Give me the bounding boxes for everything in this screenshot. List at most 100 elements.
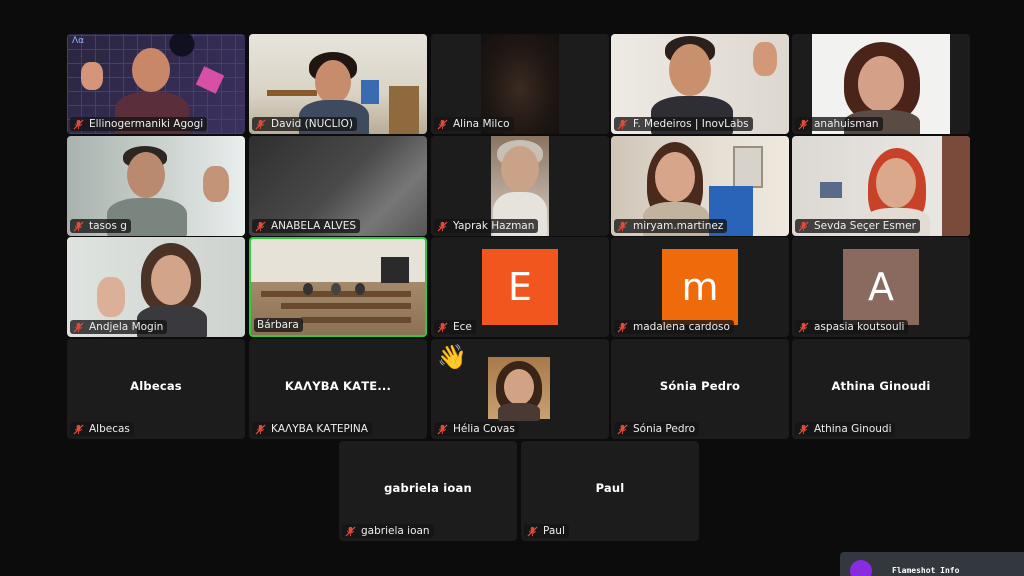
participant-display-name: Sónia Pedro [659, 379, 741, 393]
participant-tile[interactable]: David (NUCLIO) [249, 34, 427, 134]
participant-name-tag: anahuisman [795, 117, 883, 131]
participant-name: Ece [453, 321, 472, 333]
profile-photo [488, 357, 550, 421]
mic-muted-icon [255, 423, 266, 435]
participant-name: Paul [543, 525, 565, 537]
participant-name: Ellinogermaniki Agogi [89, 118, 204, 130]
mic-muted-icon [73, 423, 84, 435]
participant-tile[interactable]: Albecas Albecas [67, 339, 245, 439]
participant-display-name: gabriela ioan [384, 481, 472, 495]
participant-name: miryam.martinez [633, 220, 724, 232]
participant-tile[interactable]: ANABELA ALVES [249, 136, 427, 236]
mic-muted-icon [255, 220, 266, 232]
participant-display-name: ΚΑΛΥΒΑ ΚΑΤΕ... [284, 379, 392, 393]
participant-name: Bárbara [257, 319, 299, 331]
participant-name-tag: Bárbara [254, 318, 303, 332]
participant-tile[interactable]: Λα Ellinogermaniki Agogi [67, 34, 245, 134]
mic-muted-icon [73, 321, 84, 333]
participant-tile[interactable]: Paul Paul [521, 441, 699, 541]
participant-tile[interactable]: E Ece [431, 237, 609, 337]
participant-name-tag: F. Medeiros | InovLabs [614, 117, 753, 131]
mic-muted-icon [798, 220, 809, 232]
participant-name-tag: Sónia Pedro [614, 422, 700, 436]
participant-name: Yaprak Hazman [453, 220, 535, 232]
avatar: A [843, 249, 919, 325]
participant-tile-active-speaker[interactable]: Bárbara [249, 237, 427, 337]
participant-name: ΚΑΛΥΒΑ ΚΑΤΕΡΙΝΑ [271, 423, 368, 435]
mic-muted-icon [617, 118, 628, 130]
participant-tile[interactable]: Sónia Pedro Sónia Pedro [611, 339, 789, 439]
mic-muted-icon [527, 525, 538, 537]
participant-tile[interactable]: 👋 Hélia Covas [431, 339, 609, 439]
participant-name: Albecas [89, 423, 130, 435]
participant-name-tag: Ellinogermaniki Agogi [70, 117, 208, 131]
participant-display-name: Paul [595, 481, 625, 495]
meeting-gallery: Λα Ellinogermaniki Agogi David (NUCLIO) … [0, 0, 1024, 576]
mic-muted-icon [255, 118, 266, 130]
participant-tile[interactable]: Andjela Mogin [67, 237, 245, 337]
participant-name-tag: ΚΑΛΥΒΑ ΚΑΤΕΡΙΝΑ [252, 422, 372, 436]
mic-muted-icon [437, 321, 448, 333]
participant-name: ANABELA ALVES [271, 220, 357, 232]
participant-name: Alina Milco [453, 118, 510, 130]
participant-tile[interactable]: anahuisman [792, 34, 970, 134]
participant-name-tag: Albecas [70, 422, 134, 436]
mic-muted-icon [798, 321, 809, 333]
participant-name: Andjela Mogin [89, 321, 164, 333]
participant-name: Athina Ginoudi [814, 423, 892, 435]
participant-tile[interactable]: Athina Ginoudi Athina Ginoudi [792, 339, 970, 439]
participant-name: F. Medeiros | InovLabs [633, 118, 749, 130]
participant-tile[interactable]: Yaprak Hazman [431, 136, 609, 236]
participant-name: David (NUCLIO) [271, 118, 353, 130]
notification-title: Flameshot Info [892, 566, 960, 575]
raised-hand-reaction-icon: 👋 [437, 343, 467, 371]
participant-name: aspasia koutsouli [814, 321, 905, 333]
mic-muted-icon [798, 423, 809, 435]
participant-name-tag: Sevda Seçer Esmer [795, 219, 920, 233]
participant-tile[interactable]: A aspasia koutsouli [792, 237, 970, 337]
participant-name-tag: ANABELA ALVES [252, 219, 361, 233]
mic-muted-icon [798, 118, 809, 130]
mic-muted-icon [73, 220, 84, 232]
participant-name-tag: Alina Milco [434, 117, 514, 131]
participant-name-tag: madalena cardoso [614, 320, 734, 334]
mic-muted-icon [617, 423, 628, 435]
participant-tile[interactable]: m madalena cardoso [611, 237, 789, 337]
mic-muted-icon [617, 220, 628, 232]
flameshot-logo-icon [850, 560, 872, 576]
participant-tile[interactable]: Sevda Seçer Esmer [792, 136, 970, 236]
participant-tile[interactable]: F. Medeiros | InovLabs [611, 34, 789, 134]
participant-tile[interactable]: gabriela ioan gabriela ioan [339, 441, 517, 541]
participant-tile[interactable]: Alina Milco [431, 34, 609, 134]
participant-name: Hélia Covas [453, 423, 515, 435]
participant-name: gabriela ioan [361, 525, 430, 537]
participant-name-tag: Athina Ginoudi [795, 422, 896, 436]
participant-name-tag: Paul [524, 524, 569, 538]
participant-name: Sónia Pedro [633, 423, 696, 435]
participant-name: anahuisman [814, 118, 879, 130]
avatar: E [482, 249, 558, 325]
mic-muted-icon [345, 525, 356, 537]
participant-tile[interactable]: tasos g [67, 136, 245, 236]
mic-muted-icon [437, 118, 448, 130]
participant-tile[interactable]: ΚΑΛΥΒΑ ΚΑΤΕ... ΚΑΛΥΒΑ ΚΑΤΕΡΙΝΑ [249, 339, 427, 439]
mic-muted-icon [437, 423, 448, 435]
participant-name-tag: gabriela ioan [342, 524, 434, 538]
participant-name-tag: David (NUCLIO) [252, 117, 357, 131]
participant-name-tag: Yaprak Hazman [434, 219, 539, 233]
participant-name-tag: tasos g [70, 219, 131, 233]
participant-name: madalena cardoso [633, 321, 730, 333]
mic-muted-icon [73, 118, 84, 130]
participant-display-name: Albecas [130, 379, 182, 393]
participant-name: Sevda Seçer Esmer [814, 220, 916, 232]
participant-name: tasos g [89, 220, 127, 232]
participant-display-name: Athina Ginoudi [831, 379, 931, 393]
mic-muted-icon [617, 321, 628, 333]
participant-name-tag: aspasia koutsouli [795, 320, 909, 334]
participant-tile[interactable]: miryam.martinez [611, 136, 789, 236]
participant-name-tag: Ece [434, 320, 476, 334]
flameshot-notification[interactable]: Flameshot Info [840, 552, 1024, 576]
avatar: m [662, 249, 738, 325]
participant-name-tag: miryam.martinez [614, 219, 728, 233]
mic-muted-icon [437, 220, 448, 232]
